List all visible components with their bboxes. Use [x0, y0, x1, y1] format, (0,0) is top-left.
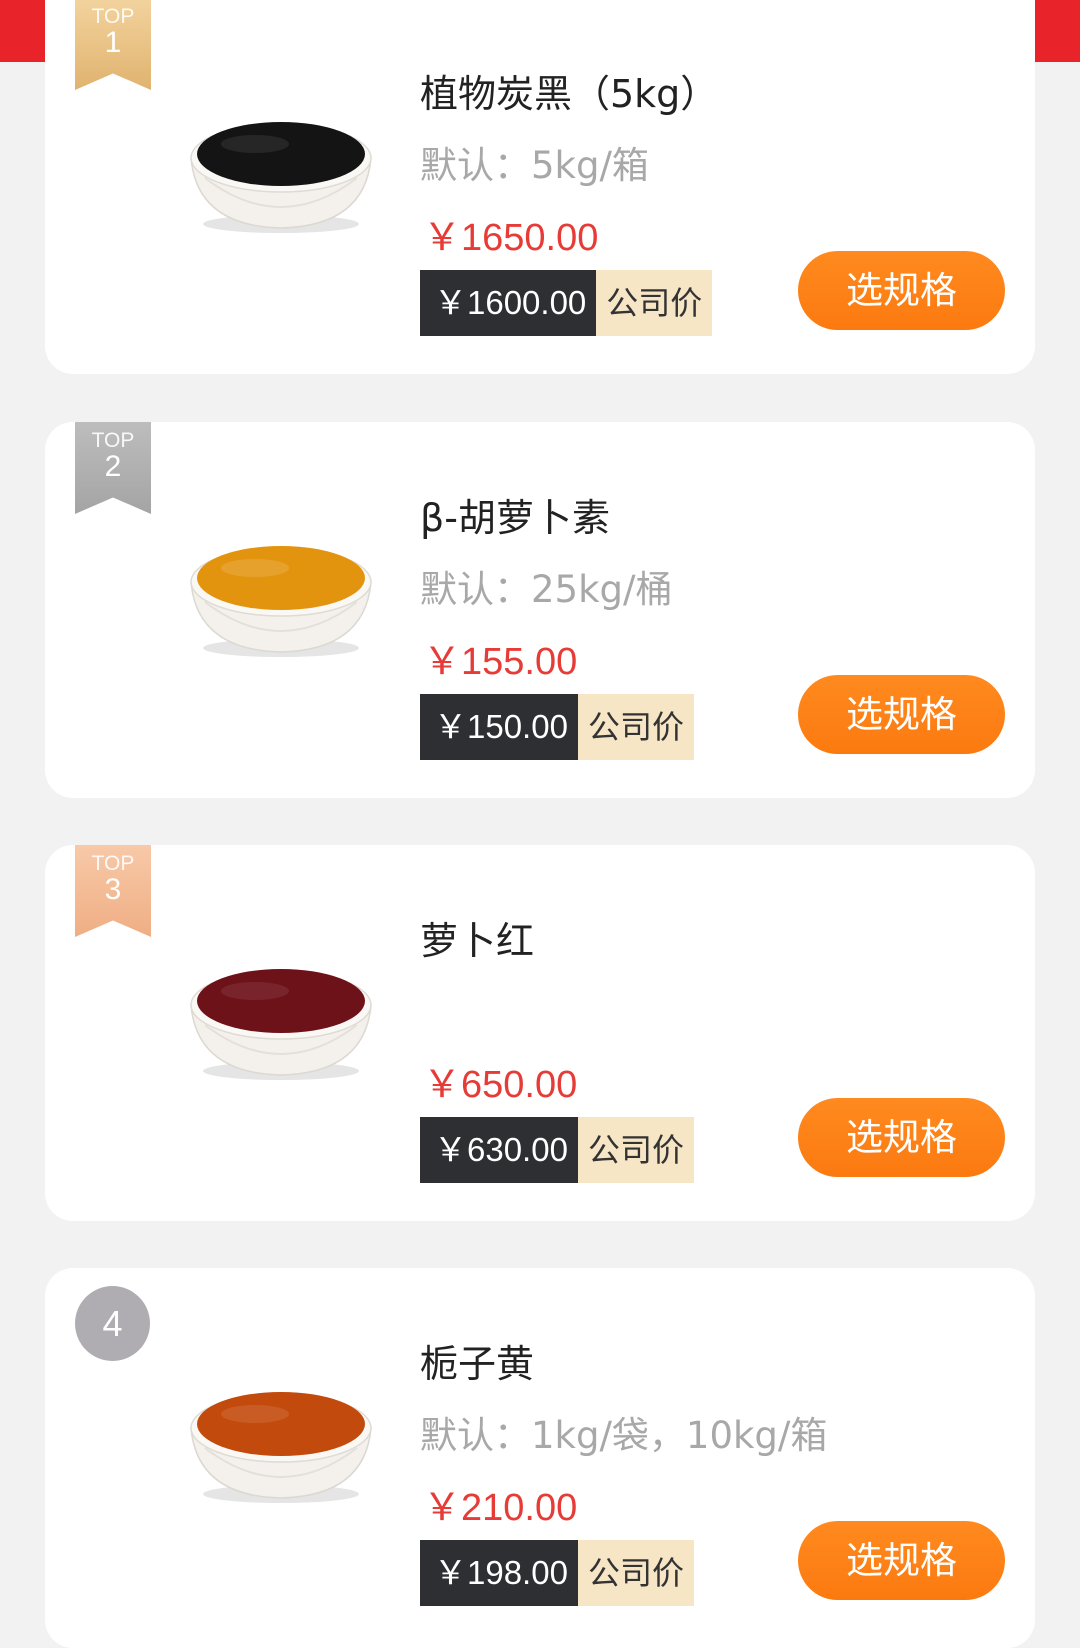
company-price-label: 公司价	[577, 694, 694, 760]
rank-ribbon-top1: TOP 1	[75, 0, 151, 90]
select-spec-button[interactable]: 选规格	[798, 675, 1005, 754]
rank-number: 3	[104, 873, 122, 906]
product-price: ￥650.00	[423, 1064, 578, 1106]
product-card-3[interactable]: TOP 3 萝卜红 ￥650.00 ￥630.00 公司价 选规格	[45, 845, 1035, 1221]
product-title[interactable]: 萝卜红	[420, 910, 534, 965]
product-image-bowl[interactable]	[185, 1356, 377, 1516]
powder	[197, 969, 365, 1033]
company-price-value: ￥630.00	[420, 1117, 578, 1183]
rank-top-label: TOP	[91, 5, 135, 28]
select-spec-button[interactable]: 选规格	[798, 1098, 1005, 1177]
company-price-label: 公司价	[596, 270, 713, 336]
product-card-1[interactable]: TOP 1 植物炭黑（5kg） 默认：5kg/箱 ￥1650.00 ￥1600.…	[45, 0, 1035, 374]
rank-top-label: TOP	[91, 852, 135, 875]
company-price-tag: ￥630.00 公司价	[420, 1117, 694, 1183]
powder	[197, 1392, 365, 1456]
product-spec: 默认：1kg/袋，10kg/箱	[420, 1414, 828, 1457]
select-spec-button[interactable]: 选规格	[798, 251, 1005, 330]
company-price-tag: ￥198.00 公司价	[420, 1540, 694, 1606]
product-card-2[interactable]: TOP 2 β-胡萝卜素 默认：25kg/桶 ￥155.00 ￥150.00 公…	[45, 422, 1035, 798]
product-spec: 默认：5kg/箱	[420, 144, 649, 187]
company-price-value: ￥198.00	[420, 1540, 578, 1606]
product-price: ￥155.00	[423, 641, 578, 683]
product-price: ￥1650.00	[423, 217, 599, 259]
rank-number: 1	[104, 26, 122, 59]
company-price-tag: ￥150.00 公司价	[420, 694, 694, 760]
product-title[interactable]: β-胡萝卜素	[420, 487, 610, 542]
rank-top-label: TOP	[91, 429, 135, 452]
product-image-bowl[interactable]	[185, 933, 377, 1093]
rank-badge-4: 4	[75, 1286, 150, 1361]
powder	[197, 122, 365, 186]
product-card-4[interactable]: 4 栀子黄 默认：1kg/袋，10kg/箱 ￥210.00 ￥198.00 公司…	[45, 1268, 1035, 1648]
rank-number: 2	[104, 450, 122, 483]
product-spec: 默认：25kg/桶	[420, 568, 673, 611]
rank-ribbon-top3: TOP 3	[75, 845, 151, 937]
select-spec-button[interactable]: 选规格	[798, 1521, 1005, 1600]
product-price: ￥210.00	[423, 1487, 578, 1529]
company-price-label: 公司价	[577, 1540, 694, 1606]
product-title[interactable]: 植物炭黑（5kg）	[420, 63, 718, 118]
powder	[197, 546, 365, 610]
product-image-bowl[interactable]	[185, 510, 377, 670]
product-title[interactable]: 栀子黄	[420, 1333, 534, 1388]
company-price-value: ￥150.00	[420, 694, 578, 760]
company-price-label: 公司价	[577, 1117, 694, 1183]
product-image-bowl[interactable]	[185, 86, 377, 246]
company-price-value: ￥1600.00	[420, 270, 597, 336]
company-price-tag: ￥1600.00 公司价	[420, 270, 713, 336]
rank-ribbon-top2: TOP 2	[75, 422, 151, 514]
